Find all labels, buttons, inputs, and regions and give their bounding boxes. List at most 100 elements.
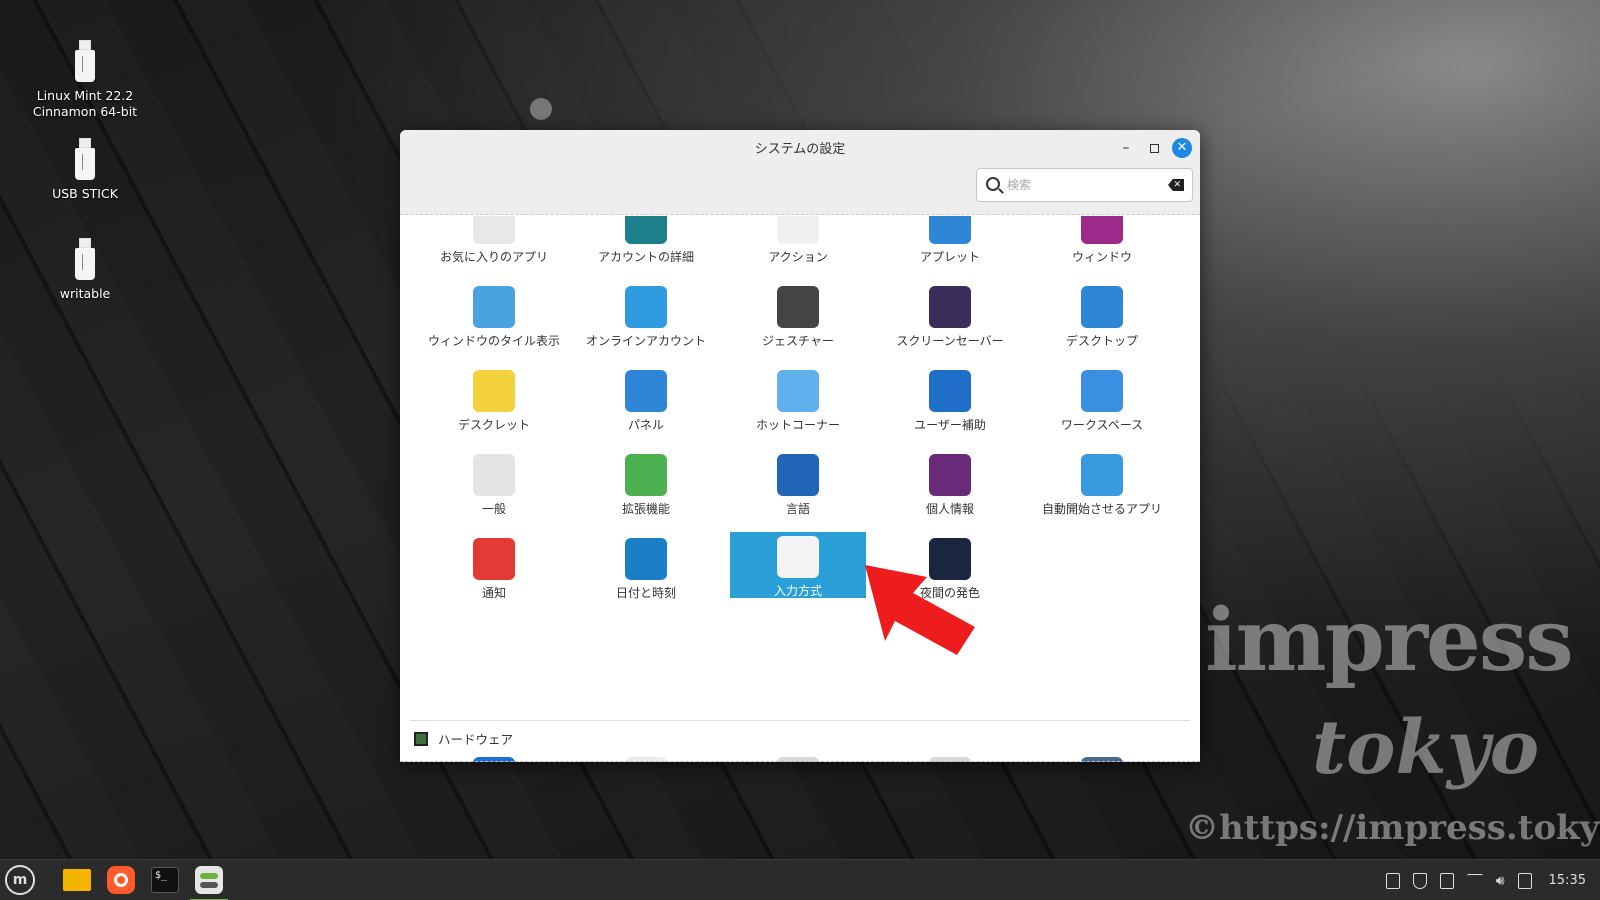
settings-item-label: 通知 bbox=[481, 586, 506, 600]
terminal-icon: $_ bbox=[151, 867, 179, 893]
desktop-dot bbox=[530, 98, 552, 120]
notifications-icon bbox=[473, 538, 515, 580]
desktop-icon-label: USB STICK bbox=[52, 186, 118, 201]
settings-item-windows[interactable]: ウィンドウ bbox=[1026, 216, 1178, 280]
desktop-icon-linux-mint[interactable]: Linux Mint 22.2 Cinnamon 64-bit bbox=[20, 40, 150, 120]
settings-grid-preferences: お気に入りのアプリ アカウントの詳細 アクション アプレット ウィンドウウィンドウのタイ… bbox=[418, 216, 1178, 616]
settings-item-label: お気に入りのアプリ bbox=[439, 250, 548, 264]
close-button[interactable]: ✕ bbox=[1172, 138, 1192, 158]
search-box: ✕ bbox=[976, 168, 1193, 202]
terminal-launcher[interactable]: $_ bbox=[146, 861, 184, 899]
window-titlebar[interactable]: システムの設定 – ✕ ✕ bbox=[400, 130, 1200, 215]
input-method-icon bbox=[777, 536, 819, 578]
applets-icon bbox=[929, 216, 971, 244]
settings-item-extensions[interactable]: 拡張機能 bbox=[570, 448, 722, 532]
settings-item-accessibility[interactable]: ユーザー補助 bbox=[874, 364, 1026, 448]
settings-item-privacy[interactable]: 個人情報 bbox=[874, 448, 1026, 532]
folder-icon bbox=[63, 869, 91, 891]
settings-item-startup-apps[interactable]: 自動開始させるアプリ bbox=[1026, 448, 1178, 532]
usb-drive-icon bbox=[75, 238, 95, 280]
settings-item-label: ユーザー補助 bbox=[914, 418, 986, 432]
desklets-icon bbox=[473, 370, 515, 412]
actions-icon bbox=[777, 216, 819, 244]
gestures-icon bbox=[777, 286, 819, 328]
firefox-launcher[interactable] bbox=[102, 861, 140, 899]
settings-item-label: 日付と時刻 bbox=[615, 586, 676, 600]
languages-icon bbox=[777, 454, 819, 496]
volume-icon[interactable]: 🔊︎ bbox=[1496, 873, 1505, 889]
settings-item-input-method[interactable]: 入力方式 bbox=[730, 532, 866, 598]
settings-item-gestures[interactable]: ジェスチャー bbox=[722, 280, 874, 364]
screensaver-icon bbox=[929, 286, 971, 328]
settings-item-actions[interactable]: アクション bbox=[722, 216, 874, 280]
watermark-impress: impress bbox=[1205, 590, 1574, 691]
account-icon bbox=[625, 216, 667, 244]
watermark-tokyo: tokyo bbox=[1312, 705, 1540, 791]
settings-item-label: スクリーンセーバー bbox=[896, 334, 1004, 348]
files-launcher[interactable] bbox=[58, 861, 96, 899]
privacy-icon bbox=[929, 454, 971, 496]
settings-item-panel[interactable]: パネル bbox=[570, 364, 722, 448]
clipboard-icon[interactable] bbox=[1385, 872, 1400, 889]
usb-drive-icon bbox=[75, 138, 95, 180]
system-tray: 🔊︎ 15:35 bbox=[1385, 860, 1586, 900]
watermark-url: ©https://impress.tokyo bbox=[1185, 808, 1600, 848]
arrow-shape bbox=[865, 565, 975, 655]
settings-item-screensaver[interactable]: スクリーンセーバー bbox=[874, 280, 1026, 364]
minimize-button[interactable]: – bbox=[1116, 138, 1136, 158]
settings-item-label: アカウントの詳細 bbox=[597, 250, 694, 264]
settings-item-label: ウィンドウのタイル表示 bbox=[427, 334, 560, 348]
desktop-icon-label: Linux Mint 22.2 Cinnamon 64-bit bbox=[32, 88, 138, 119]
settings-item-favorites[interactable]: お気に入りのアプリ bbox=[418, 216, 570, 280]
settings-item-online-accounts[interactable]: オンラインアカウント bbox=[570, 280, 722, 364]
notes-icon[interactable] bbox=[1439, 872, 1454, 889]
section-title-label: ハードウェア bbox=[438, 732, 514, 747]
settings-item-label: 自動開始させるアプリ bbox=[1041, 502, 1162, 516]
settings-item-label: オンラインアカウント bbox=[585, 334, 706, 348]
desktop-icon-writable[interactable]: writable bbox=[20, 238, 150, 302]
shield-icon[interactable] bbox=[1412, 872, 1427, 889]
settings-item-label: 言語 bbox=[785, 502, 810, 516]
clock[interactable]: 15:35 bbox=[1549, 873, 1586, 888]
startup-apps-icon bbox=[1081, 454, 1123, 496]
general-icon bbox=[473, 454, 515, 496]
settings-item-desktop[interactable]: デスクトップ bbox=[1026, 280, 1178, 364]
search-input[interactable] bbox=[1007, 175, 1157, 195]
settings-item-label: 拡張機能 bbox=[621, 502, 670, 516]
window-title: システムの設定 bbox=[754, 142, 846, 157]
settings-item-label: デスクレット bbox=[457, 418, 530, 432]
network-icon[interactable] bbox=[1466, 873, 1483, 888]
desktop-icon-usb-stick[interactable]: USB STICK bbox=[20, 138, 150, 202]
online-accounts-icon bbox=[625, 286, 667, 328]
power-icon[interactable] bbox=[1517, 872, 1532, 889]
settings-item-account[interactable]: アカウントの詳細 bbox=[570, 216, 722, 280]
settings-item-general[interactable]: 一般 bbox=[418, 448, 570, 532]
settings-item-languages[interactable]: 言語 bbox=[722, 448, 874, 532]
workspaces-icon bbox=[1081, 370, 1123, 412]
settings-item-label: ホットコーナー bbox=[755, 418, 840, 432]
window-tiling-icon bbox=[473, 286, 515, 328]
maximize-button[interactable] bbox=[1144, 138, 1164, 158]
settings-item-notifications[interactable]: 通知 bbox=[418, 532, 570, 616]
window-bottom-edge bbox=[400, 761, 1200, 762]
settings-content: お気に入りのアプリ アカウントの詳細 アクション アプレット ウィンドウウィンドウのタイ… bbox=[400, 216, 1200, 762]
menu-button[interactable]: m bbox=[5, 865, 35, 895]
settings-item-date-time[interactable]: 日付と時刻 bbox=[570, 532, 722, 616]
maximize-icon bbox=[1149, 143, 1159, 153]
settings-item-label: 一般 bbox=[481, 502, 506, 516]
settings-item-hot-corner[interactable]: ホットコーナー bbox=[722, 364, 874, 448]
settings-item-workspaces[interactable]: ワークスペース bbox=[1026, 364, 1178, 448]
hot-corner-icon bbox=[777, 370, 819, 412]
settings-item-label: ウィンドウ bbox=[1071, 250, 1132, 264]
panel-icon bbox=[625, 370, 667, 412]
settings-item-label: 入力方式 bbox=[773, 584, 822, 598]
clear-search-icon[interactable]: ✕ bbox=[1168, 179, 1184, 191]
windows-icon bbox=[1081, 216, 1123, 244]
system-settings-task[interactable] bbox=[190, 861, 228, 900]
hardware-chip-icon bbox=[414, 731, 428, 746]
settings-item-window-tiling[interactable]: ウィンドウのタイル表示 bbox=[418, 280, 570, 364]
settings-item-applets[interactable]: アプレット bbox=[874, 216, 1026, 280]
settings-item-desklets[interactable]: デスクレット bbox=[418, 364, 570, 448]
settings-item-label: アクション bbox=[768, 250, 828, 264]
search-icon bbox=[986, 177, 1000, 191]
